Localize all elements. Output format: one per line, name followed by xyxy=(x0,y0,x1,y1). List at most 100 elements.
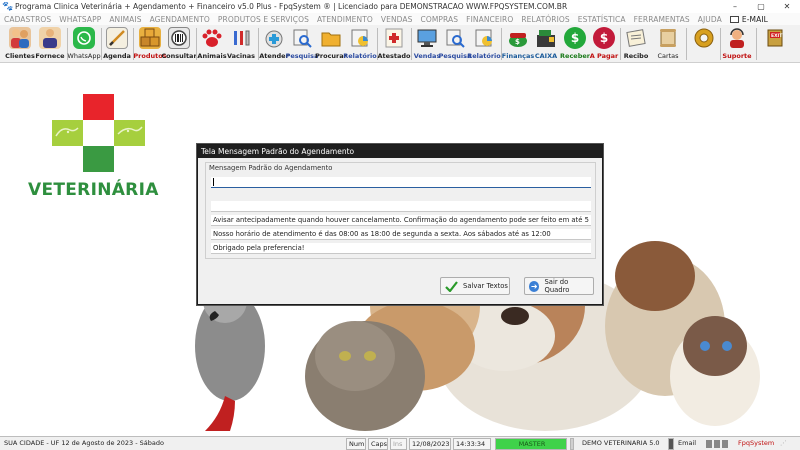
message-line-4[interactable]: Nosso horário de atendimento é das 08:00… xyxy=(211,229,591,240)
vendas-button[interactable]: Vendas xyxy=(413,27,441,61)
message-line-2[interactable] xyxy=(211,201,591,212)
menu-produtos-servicos[interactable]: PRODUTOS E SERVIÇOS xyxy=(214,15,313,24)
message-line-1[interactable] xyxy=(211,177,591,188)
resize-grip-icon[interactable]: ⋰ xyxy=(778,438,798,450)
exit-app-button[interactable]: EXIT xyxy=(762,27,788,61)
message-line-5-text: Obrigado pela preferencia! xyxy=(213,244,305,252)
menu-agendamento[interactable]: AGENDAMENTO xyxy=(146,15,214,24)
status-time: 14:33:34 xyxy=(453,438,491,450)
animais-button[interactable]: Animais xyxy=(197,27,227,61)
apagar-button[interactable]: $ A Pagar xyxy=(589,27,619,61)
message-dialog: Tela Mensagem Padrão do Agendamento Mens… xyxy=(197,144,603,305)
money-bag-icon: $ xyxy=(507,27,529,49)
gear-icon xyxy=(693,27,715,49)
consultar-button[interactable]: Consultar xyxy=(161,27,197,61)
window-title: Programa Clinica Veterinária + Agendamen… xyxy=(15,2,568,11)
financas-button[interactable]: $ Finanças xyxy=(501,27,535,61)
menu-animais[interactable]: ANIMAIS xyxy=(105,15,145,24)
menu-relatorios[interactable]: RELATÓRIOS xyxy=(517,15,573,24)
caixa-label: CAIXA xyxy=(534,52,558,60)
exit-dialog-button[interactable]: ➜ Sair do Quadro xyxy=(524,277,594,295)
check-icon xyxy=(445,280,458,292)
clientes-button[interactable]: Clientes xyxy=(5,27,35,61)
cash-register-icon xyxy=(535,27,557,49)
logo-text: VETERINÁRIA xyxy=(28,180,159,200)
whatsapp-icon xyxy=(73,27,95,49)
menu-vendas[interactable]: VENDAS xyxy=(377,15,417,24)
message-line-3[interactable]: Avisar antecipadamente quando houver can… xyxy=(211,215,591,226)
paw-icon xyxy=(201,27,223,49)
whatsapp-button[interactable]: WhatsApp xyxy=(67,27,101,61)
toolbar-separator xyxy=(720,28,721,60)
pesquisa-atendimento-button[interactable]: Pesquisa xyxy=(286,27,318,61)
dialog-title: Tela Mensagem Padrão do Agendamento xyxy=(198,145,602,158)
status-ins: Ins xyxy=(390,438,407,450)
message-line-5[interactable]: Obrigado pela preferencia! xyxy=(211,243,591,254)
atestado-button[interactable]: Atestado xyxy=(377,27,411,61)
menu-ferramentas[interactable]: FERRAMENTAS xyxy=(630,15,694,24)
receber-button[interactable]: $ Receber xyxy=(560,27,590,61)
fornece-button[interactable]: Fornece xyxy=(35,27,65,61)
tray-icon xyxy=(714,440,720,448)
maximize-button[interactable]: ▢ xyxy=(748,0,774,13)
exit-arrow-icon: ➜ xyxy=(529,280,540,292)
menu-email[interactable]: E-MAIL xyxy=(726,15,772,24)
menu-whatsapp[interactable]: WHATSAPP xyxy=(55,15,105,24)
procurar-label: Procurar xyxy=(315,52,347,60)
recibo-label: Recibo xyxy=(623,52,649,60)
receber-label: Receber xyxy=(560,52,590,60)
recibo-button[interactable]: Recibo xyxy=(622,27,650,61)
menu-bar: CADASTROS WHATSAPP ANIMAIS AGENDAMENTO P… xyxy=(0,13,800,25)
fornece-label: Fornece xyxy=(35,52,65,60)
people-icon xyxy=(9,27,31,49)
status-brand: FpqSystem xyxy=(738,439,775,447)
tray-icon xyxy=(722,440,728,448)
toolbar: Clientes Fornece WhatsApp Agenda Produto… xyxy=(0,25,800,63)
status-location: SUA CIDADE - UF 12 de Agosto de 2023 - S… xyxy=(4,439,164,447)
message-panel: Mensagem Padrão do Agendamento Avisar an… xyxy=(205,162,596,259)
text-caret xyxy=(213,178,214,186)
status-tray-icons xyxy=(706,438,732,450)
dollar-red-icon: $ xyxy=(593,27,615,49)
consultar-label: Consultar xyxy=(161,52,197,60)
vacinas-button[interactable]: Vacinas xyxy=(227,27,255,61)
close-button[interactable]: ✕ xyxy=(774,0,800,13)
status-db-icon xyxy=(570,438,574,450)
cartas-button[interactable]: Cartas xyxy=(654,27,682,61)
pesquisa-vendas-button[interactable]: Pesquisa xyxy=(439,27,471,61)
menu-compras[interactable]: COMPRAS xyxy=(417,15,463,24)
status-email[interactable]: Email xyxy=(676,438,704,450)
toolbar-separator xyxy=(756,28,757,60)
exit-door-icon: EXIT xyxy=(764,27,786,49)
paw-icon: 🐾 xyxy=(2,1,14,12)
vacinas-label: Vacinas xyxy=(226,52,256,60)
svg-text:EXIT: EXIT xyxy=(771,33,783,39)
menu-ajuda[interactable]: AJUDA xyxy=(694,15,726,24)
relatorio-vendas-label: Relatório xyxy=(467,52,501,60)
save-texts-button[interactable]: Salvar Textos xyxy=(440,277,510,295)
suporte-button[interactable]: Suporte xyxy=(722,27,752,61)
menu-financeiro[interactable]: FINANCEIRO xyxy=(462,15,517,24)
menu-estatistica[interactable]: ESTATÍSTICA xyxy=(574,15,630,24)
relatorio-vendas-button[interactable]: Relatório xyxy=(467,27,501,61)
settings-button[interactable] xyxy=(691,27,717,61)
status-caps: Caps xyxy=(368,438,388,450)
svg-text:$: $ xyxy=(515,38,520,46)
cartas-label: Cartas xyxy=(657,52,679,60)
atender-button[interactable]: Atender xyxy=(259,27,289,61)
minimize-button[interactable]: – xyxy=(722,0,748,13)
financas-label: Finanças xyxy=(501,52,535,60)
menu-cadastros[interactable]: CADASTROS xyxy=(0,15,55,24)
agenda-button[interactable]: Agenda xyxy=(103,27,131,61)
exit-dialog-label: Sair do Quadro xyxy=(544,278,570,294)
search-document-icon xyxy=(444,27,466,49)
caixa-button[interactable]: CAIXA xyxy=(532,27,560,61)
whatsapp-label: WhatsApp xyxy=(67,52,101,60)
relatorio-atendimento-button[interactable]: Relatório xyxy=(343,27,377,61)
medical-paw-icon xyxy=(263,27,285,49)
status-num: Num xyxy=(346,438,366,450)
message-line-3-text: Avisar antecipadamente quando houver can… xyxy=(213,216,591,224)
menu-atendimento[interactable]: ATENDIMENTO xyxy=(313,15,377,24)
toolbar-separator xyxy=(620,28,621,60)
procurar-button[interactable]: Procurar xyxy=(315,27,347,61)
